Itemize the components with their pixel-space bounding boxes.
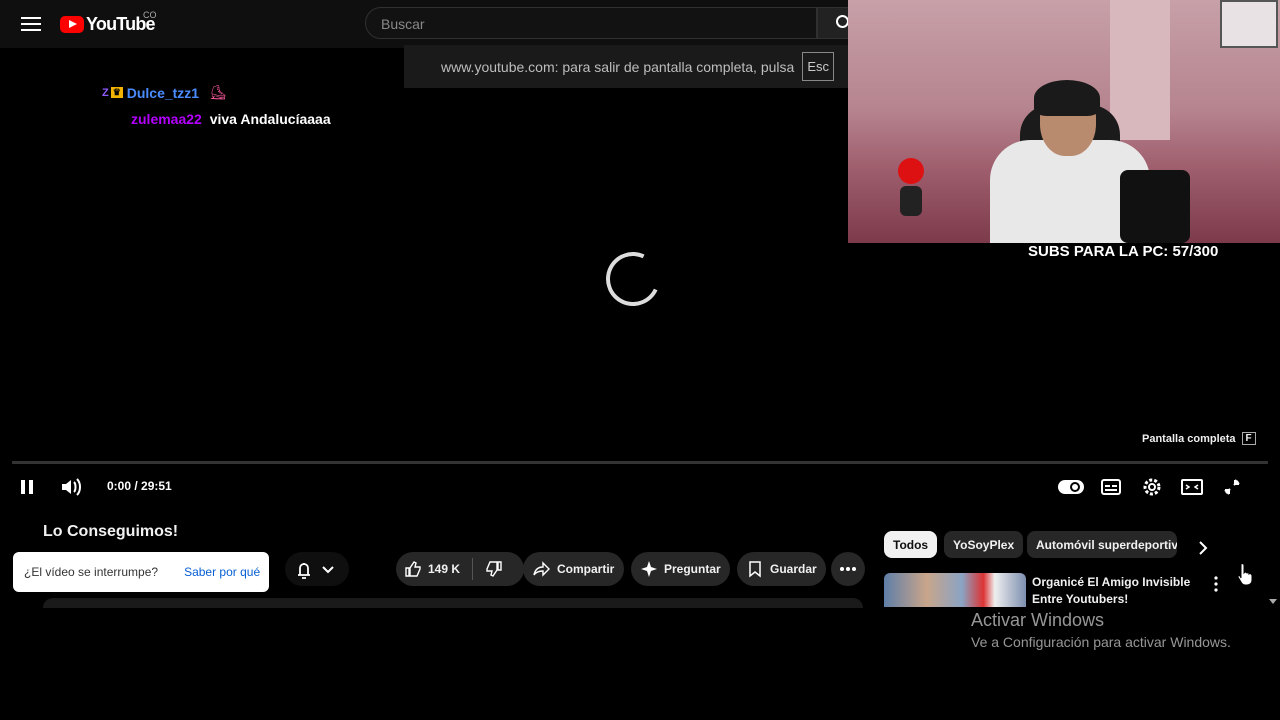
video-title: Lo Conseguimos! bbox=[43, 523, 179, 540]
share-icon bbox=[533, 560, 551, 578]
exit-fullscreen-icon bbox=[1224, 479, 1240, 495]
recommendation-menu-button[interactable] bbox=[1208, 574, 1224, 594]
notification-bell-button[interactable] bbox=[285, 552, 349, 586]
country-code: CO bbox=[143, 10, 157, 20]
chat-line: zulemaa22 viva Andalucíaaaa bbox=[131, 111, 331, 127]
esc-key-hint: Esc bbox=[802, 52, 834, 81]
pause-button[interactable] bbox=[11, 471, 43, 503]
microphone bbox=[1120, 170, 1190, 243]
youtube-play-icon bbox=[60, 15, 84, 33]
chat-line: Z ♛ Dulce_tzz1 ⛸ bbox=[102, 84, 227, 101]
fullscreen-exit-notice: www.youtube.com: para salir de pantalla … bbox=[404, 45, 848, 88]
search-input[interactable] bbox=[379, 8, 803, 40]
chip-yosoyplex[interactable]: YoSoyPlex bbox=[944, 531, 1024, 558]
fullscreen-key-hint: F bbox=[1241, 432, 1256, 445]
subtitles-icon bbox=[1101, 479, 1121, 495]
autoplay-toggle[interactable] bbox=[1055, 471, 1087, 503]
autoplay-toggle-icon bbox=[1058, 480, 1084, 494]
progress-bar[interactable] bbox=[12, 461, 1268, 464]
crown-badge-icon: ♛ bbox=[110, 87, 123, 98]
chat-username: zulemaa22 bbox=[131, 111, 202, 127]
learn-why-link[interactable]: Saber por qué bbox=[184, 565, 260, 579]
thumbs-up-icon bbox=[405, 561, 421, 577]
recommendation-title[interactable]: Organicé El Amigo Invisible Entre Youtub… bbox=[1032, 574, 1202, 608]
save-label: Guardar bbox=[770, 562, 817, 576]
webcam-wall-frame bbox=[1220, 0, 1278, 48]
hand-cursor-icon bbox=[1236, 562, 1254, 586]
activate-windows-subtitle: Ve a Configuración para activar Windows. bbox=[971, 634, 1231, 650]
description-box[interactable] bbox=[43, 598, 863, 608]
activate-windows-title: Activar Windows bbox=[971, 610, 1105, 630]
fullscreen-tooltip: Pantalla completa F bbox=[1142, 432, 1256, 445]
chip-all[interactable]: Todos bbox=[884, 531, 938, 558]
recommendation-thumbnail[interactable] bbox=[884, 573, 1026, 607]
chevron-right-icon bbox=[1199, 541, 1208, 555]
fullscreen-tooltip-label: Pantalla completa bbox=[1142, 432, 1236, 445]
more-horizontal-icon bbox=[840, 567, 856, 571]
like-count[interactable]: 149 K bbox=[428, 562, 460, 576]
interrupt-question: ¿El vídeo se interrumpe? bbox=[24, 565, 159, 579]
menu-icon[interactable] bbox=[20, 14, 42, 34]
thumbs-down-icon bbox=[486, 561, 502, 577]
theater-mode-icon bbox=[1181, 479, 1203, 495]
youtube-logo[interactable]: YouTube bbox=[60, 12, 156, 36]
webcam-door bbox=[1110, 0, 1170, 140]
volume-button[interactable] bbox=[55, 471, 87, 503]
windows-activation-watermark: Activar Windows Ve a Configuración para … bbox=[971, 610, 1231, 650]
moderator-badge-icon: Z bbox=[102, 86, 109, 99]
chip-supercar[interactable]: Automóvil superdeportivo bbox=[1027, 531, 1177, 558]
scroll-down-arrow-icon[interactable] bbox=[1268, 592, 1278, 604]
subtitles-button[interactable] bbox=[1095, 471, 1127, 503]
share-button[interactable]: Compartir bbox=[523, 552, 624, 586]
dislike-button[interactable] bbox=[485, 560, 503, 578]
loading-spinner-icon bbox=[598, 244, 668, 314]
fullscreen-notice-text: www.youtube.com: para salir de pantalla … bbox=[441, 58, 795, 75]
theater-mode-button[interactable] bbox=[1176, 471, 1208, 503]
more-vertical-icon bbox=[1214, 576, 1218, 592]
ask-button[interactable]: Preguntar bbox=[631, 552, 730, 586]
plush-toy bbox=[894, 158, 928, 218]
save-button[interactable]: Guardar bbox=[737, 552, 826, 586]
pause-icon bbox=[21, 480, 33, 494]
sparkle-icon bbox=[640, 560, 658, 578]
share-label: Compartir bbox=[557, 562, 615, 576]
exit-fullscreen-button[interactable] bbox=[1216, 471, 1248, 503]
time-display: 0:00 / 29:51 bbox=[107, 479, 172, 493]
gear-icon bbox=[1143, 478, 1161, 496]
chat-message: viva Andalucíaaaa bbox=[209, 111, 331, 127]
streamer-hair bbox=[1034, 80, 1100, 116]
like-dislike-group: 149 K bbox=[396, 552, 524, 586]
interrupt-tooltip: ¿El vídeo se interrumpe? Saber por qué bbox=[13, 552, 269, 592]
search-button[interactable] bbox=[817, 7, 849, 39]
settings-button[interactable] bbox=[1136, 471, 1168, 503]
search-box[interactable] bbox=[365, 7, 817, 40]
bookmark-icon bbox=[746, 560, 764, 578]
like-divider bbox=[472, 558, 474, 580]
ask-label: Preguntar bbox=[664, 562, 721, 576]
subs-goal-text: SUBS PARA LA PC: 57/300 bbox=[1028, 243, 1219, 260]
more-actions-button[interactable] bbox=[831, 552, 865, 586]
chips-next-button[interactable] bbox=[1193, 538, 1213, 558]
masthead: YouTube CO bbox=[0, 0, 849, 48]
emote-icon: ⛸ bbox=[209, 84, 227, 100]
volume-icon bbox=[62, 478, 81, 496]
bell-icon bbox=[298, 563, 334, 579]
like-button[interactable] bbox=[404, 560, 422, 578]
chat-username: Dulce_tzz1 bbox=[126, 84, 200, 101]
